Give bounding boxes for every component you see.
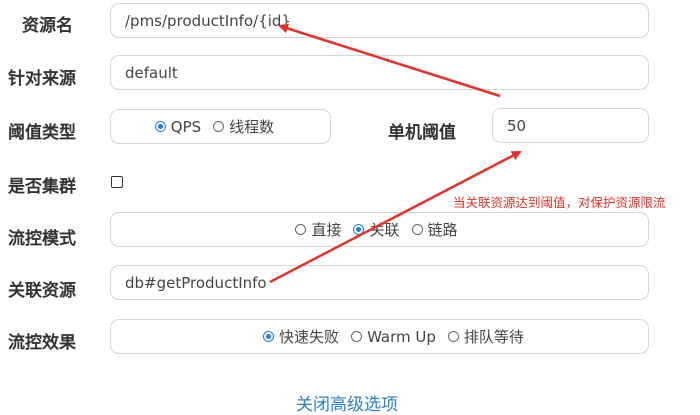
radio-unchecked-icon[interactable] bbox=[411, 224, 423, 235]
radio-checked-icon[interactable] bbox=[353, 224, 365, 235]
resource-name-value: /pms/productInfo/{id} bbox=[125, 11, 291, 30]
radio-checked-icon[interactable] bbox=[263, 331, 275, 342]
related-resource-label: 关联资源 bbox=[8, 281, 76, 301]
radio-unchecked-icon[interactable] bbox=[295, 224, 307, 235]
radio-unchecked-icon[interactable] bbox=[213, 121, 225, 132]
control-mode-label: 流控模式 bbox=[8, 229, 76, 249]
single-threshold-input[interactable]: 50 bbox=[492, 108, 649, 143]
related-resource-input[interactable]: db#getProductInfo bbox=[110, 265, 649, 300]
resource-name-input[interactable]: /pms/productInfo/{id} bbox=[110, 3, 649, 38]
threshold-type-radio-group: QPS 线程数 bbox=[110, 109, 331, 144]
threshold-type-label: 阈值类型 bbox=[8, 123, 76, 143]
control-effect-radio-group: 快速失败 Warm Up 排队等待 bbox=[110, 319, 649, 354]
radio-unchecked-icon[interactable] bbox=[447, 331, 459, 342]
single-threshold-value: 50 bbox=[507, 116, 527, 135]
threshold-type-option-qps[interactable]: QPS bbox=[154, 118, 201, 136]
control-mode-option-direct[interactable]: 直接 bbox=[295, 219, 341, 240]
single-threshold-label: 单机阈值 bbox=[388, 123, 456, 143]
related-resource-value: db#getProductInfo bbox=[125, 273, 267, 292]
control-mode-option-chain[interactable]: 链路 bbox=[411, 219, 458, 240]
radio-unchecked-icon[interactable] bbox=[351, 331, 363, 342]
control-effect-option-queue[interactable]: 排队等待 bbox=[447, 326, 524, 347]
resource-name-label: 资源名 bbox=[22, 16, 73, 36]
control-effect-option-fast-fail[interactable]: 快速失败 bbox=[263, 326, 339, 347]
toggle-advanced-options-link[interactable]: 关闭高级选项 bbox=[296, 390, 398, 415]
cluster-label: 是否集群 bbox=[8, 177, 76, 197]
limit-app-label: 针对来源 bbox=[8, 69, 76, 89]
control-mode-option-related[interactable]: 关联 bbox=[353, 219, 400, 240]
control-effect-option-warm-up[interactable]: Warm Up bbox=[351, 328, 436, 346]
control-mode-radio-group: 直接 关联 链路 bbox=[110, 212, 649, 247]
control-effect-label: 流控效果 bbox=[8, 333, 76, 353]
cluster-checkbox[interactable] bbox=[111, 176, 123, 188]
limit-app-value: default bbox=[125, 63, 178, 82]
radio-checked-icon[interactable] bbox=[154, 121, 166, 132]
limit-app-input[interactable]: default bbox=[110, 55, 649, 90]
annotation-note: 当关联资源达到阈值，对保护资源限流 bbox=[453, 195, 666, 210]
threshold-type-option-thread[interactable]: 线程数 bbox=[213, 116, 274, 137]
